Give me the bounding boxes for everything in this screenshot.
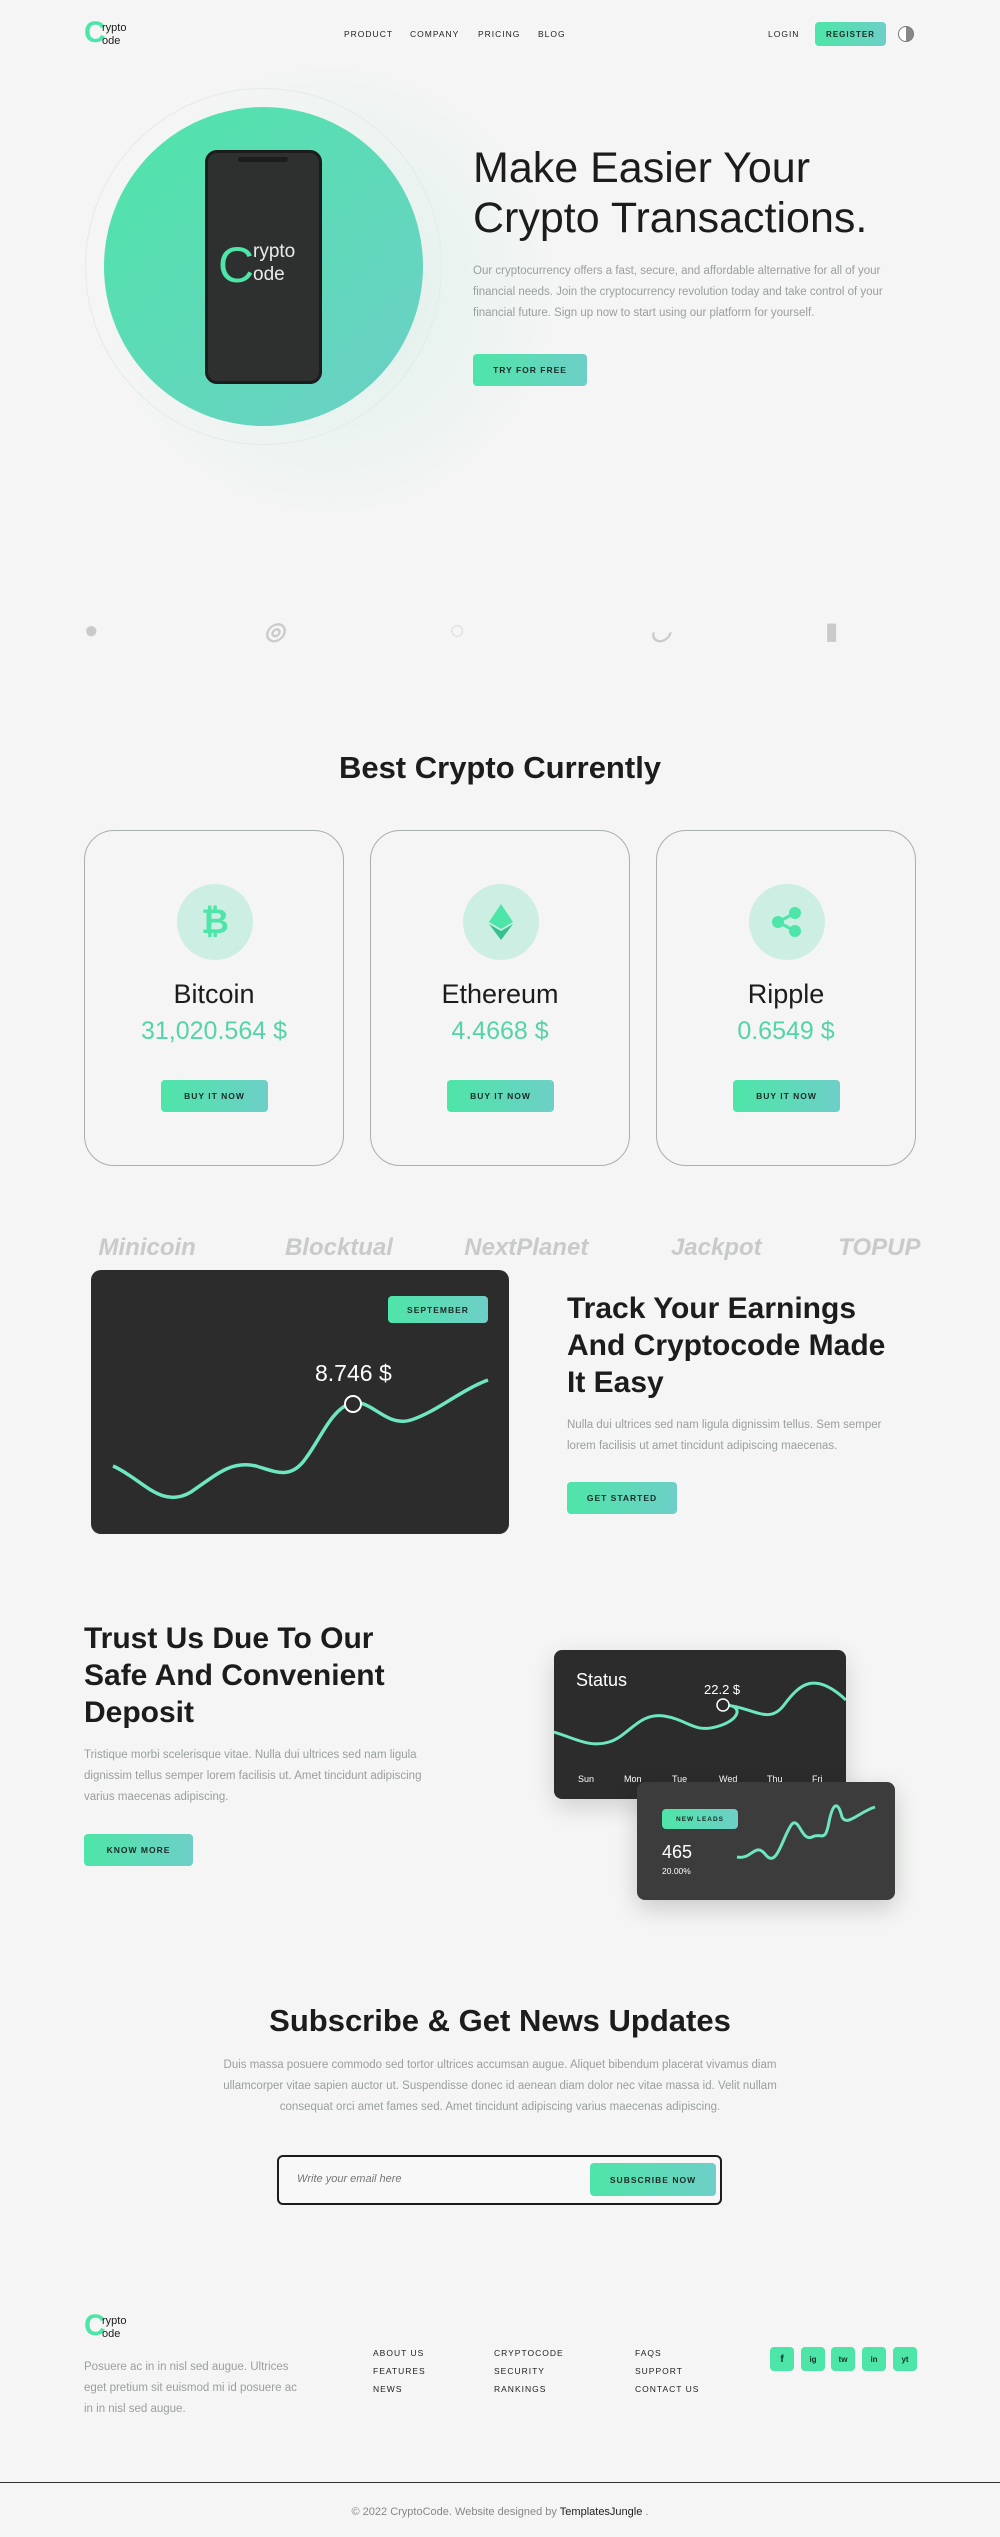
status-card: Status 22.2 $ Sun Mon Tue Wed Thu Fri xyxy=(554,1650,846,1799)
footer-divider xyxy=(0,2482,1000,2483)
logo-bottom-text: ode xyxy=(102,2328,121,2340)
instagram-icon[interactable]: ig xyxy=(801,2347,825,2371)
get-started-button[interactable]: GET STARTED xyxy=(567,1482,677,1514)
copyright-text: © 2022 CryptoCode. Website designed by xyxy=(351,2506,557,2518)
coin-name: Ripple xyxy=(747,979,825,1009)
facebook-icon[interactable]: f xyxy=(770,2347,794,2371)
partner-minicoin: ● Minicoin xyxy=(84,617,196,1261)
leads-card: NEW LEADS 465 20.00% xyxy=(637,1782,895,1900)
youtube-icon[interactable]: yt xyxy=(893,2347,917,2371)
status-line-chart xyxy=(554,1681,846,1746)
buy-bitcoin-button[interactable]: BUY IT NOW xyxy=(161,1080,268,1112)
coin-price: 31,020.564 $ xyxy=(141,1017,287,1045)
footer-logo[interactable]: C rypto ode xyxy=(84,2309,144,2347)
logo-top-text: rypto xyxy=(102,2315,127,2327)
copyright-period: . xyxy=(645,2506,649,2518)
coin-card-ethereum: Ethereum 4.4668 $ BUY IT NOW xyxy=(370,830,630,1166)
ripple-icon xyxy=(749,884,825,960)
coin-card-ripple: Ripple 0.6549 $ BUY IT NOW xyxy=(656,830,916,1166)
logo-bottom-text: ode xyxy=(102,35,121,47)
hero-phone: C rypto ode xyxy=(205,150,322,384)
theme-toggle-icon[interactable] xyxy=(898,26,914,42)
track-description: Nulla dui ultrices sed nam ligula dignis… xyxy=(567,1419,882,1452)
copyright: © 2022 CryptoCode. Website designed by T… xyxy=(0,2506,1000,2518)
footer-cryptocode[interactable]: CRYPTOCODE xyxy=(494,2348,564,2358)
buy-ethereum-button[interactable]: BUY IT NOW xyxy=(447,1080,554,1112)
coin-card-bitcoin: ₿ Bitcoin 31,020.564 $ BUY IT NOW xyxy=(84,830,344,1166)
phone-logo-top: rypto xyxy=(253,241,296,262)
footer-news[interactable]: NEWS xyxy=(373,2384,403,2394)
ethereum-icon xyxy=(463,884,539,960)
twitter-icon[interactable]: tw xyxy=(831,2347,855,2371)
trust-title-line2: Safe And Convenient xyxy=(84,1659,385,1692)
subscribe-description: Duis massa posuere commodo sed tortor ul… xyxy=(223,2059,777,2113)
trust-description: Tristique morbi scelerisque vitae. Nulla… xyxy=(84,1749,422,1803)
subscribe-now-button[interactable]: SUBSCRIBE NOW xyxy=(590,2163,716,2196)
coin-name: Ethereum xyxy=(441,979,559,1009)
register-button[interactable]: REGISTER xyxy=(815,22,886,46)
nav-pricing[interactable]: PRICING xyxy=(478,29,520,39)
footer-faqs[interactable]: FAQS xyxy=(635,2348,662,2358)
designer-link[interactable]: TemplatesJungle xyxy=(560,2506,643,2518)
trust-title: Trust Us Due To Our Safe And Convenient … xyxy=(84,1620,385,1731)
hero-title: Make Easier Your Crypto Transactions. xyxy=(473,143,867,243)
subscribe-form: SUBSCRIBE NOW xyxy=(277,2155,722,2205)
earnings-chart-card: SEPTEMBER 8.746 $ xyxy=(91,1270,509,1534)
footer-contact-us[interactable]: CONTACT US xyxy=(635,2384,699,2394)
logo-top-text: rypto xyxy=(102,22,127,34)
earnings-line-chart xyxy=(112,1378,489,1500)
footer-support[interactable]: SUPPORT xyxy=(635,2366,683,2376)
track-title-line1: Track Your Earnings xyxy=(567,1292,856,1325)
coin-price: 0.6549 $ xyxy=(737,1017,835,1045)
phone-notch xyxy=(238,157,288,162)
track-title-line2: And Cryptocode Made xyxy=(567,1329,886,1362)
nav-product[interactable]: PRODUCT xyxy=(344,29,393,39)
partner-nextplanet: ◌ NextPlanet xyxy=(450,617,589,1261)
bitcoin-icon: ₿ xyxy=(177,884,253,960)
phone-logo-c: C xyxy=(218,237,255,293)
trust-title-line1: Trust Us Due To Our xyxy=(84,1622,374,1655)
footer-description: Posuere ac in in nisl sed augue. Ultrice… xyxy=(84,2361,297,2415)
leads-line-chart xyxy=(736,1804,876,1860)
brand-logo[interactable]: C rypto ode xyxy=(84,16,144,54)
track-title-line3: It Easy xyxy=(567,1366,664,1399)
email-input[interactable] xyxy=(297,2169,547,2189)
footer-rankings[interactable]: RANKINGS xyxy=(494,2384,546,2394)
buy-ripple-button[interactable]: BUY IT NOW xyxy=(733,1080,840,1112)
coin-price: 4.4668 $ xyxy=(451,1017,549,1045)
track-title: Track Your Earnings And Cryptocode Made … xyxy=(567,1290,885,1401)
phone-logo-bottom: ode xyxy=(253,264,285,285)
partner-jackpot: ◡ Jackpot xyxy=(650,618,762,1261)
partner-blocktual: ◎ Blocktual xyxy=(264,618,393,1261)
try-for-free-button[interactable]: TRY FOR FREE xyxy=(473,354,587,386)
subscribe-title: Subscribe & Get News Updates xyxy=(269,2003,731,2038)
footer-security[interactable]: SECURITY xyxy=(494,2366,545,2376)
day-label: Sun xyxy=(578,1774,595,1784)
nav-company[interactable]: COMPANY xyxy=(410,29,459,39)
linkedin-icon[interactable]: in xyxy=(862,2347,886,2371)
best-crypto-title: Best Crypto Currently xyxy=(338,750,662,785)
trust-title-line3: Deposit xyxy=(84,1696,195,1729)
nav-login[interactable]: LOGIN xyxy=(768,29,799,39)
hero-title-line1: Make Easier Your xyxy=(473,144,811,192)
coin-name: Bitcoin xyxy=(173,979,255,1009)
hero-title-line2: Crypto Transactions. xyxy=(473,194,868,242)
hero-description: Our cryptocurrency offers a fast, secure… xyxy=(473,265,883,319)
know-more-button[interactable]: KNOW MORE xyxy=(84,1834,193,1866)
footer-features[interactable]: FEATURES xyxy=(373,2366,426,2376)
nav-blog[interactable]: BLOG xyxy=(538,29,566,39)
footer-about-us[interactable]: ABOUT US xyxy=(373,2348,424,2358)
partner-topup: ▮ TOPUP xyxy=(825,618,921,1261)
